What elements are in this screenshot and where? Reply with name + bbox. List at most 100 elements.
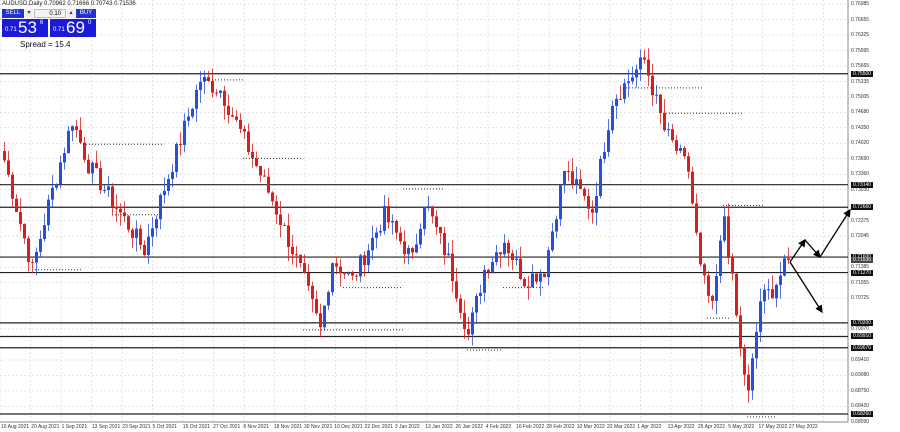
candle-body [595,196,598,213]
y-tick-label: 0.70070 [851,325,870,332]
candle-body [775,284,778,299]
x-tick-label: 22 Mar 2022 [607,424,636,430]
candle-body [615,98,618,106]
x-tick-label: 30 Nov 2021 [304,424,333,430]
level-price-label: 0.75500 [851,70,874,77]
spread-label: Spread = 15.4 [20,40,71,49]
candle-body [715,275,718,301]
candle-body [447,253,450,256]
candle-body [495,252,498,263]
candle-body [439,227,442,234]
candle-body [219,90,222,93]
candle-body [459,298,462,313]
y-tick-label: 0.72045 [851,233,870,240]
candle-body [719,240,722,276]
candle-body [155,219,158,229]
candle-body [143,244,146,256]
candle-body [139,228,142,245]
candle-body [399,232,402,242]
candle-body [95,162,98,169]
candle-body [783,258,786,276]
sell-price[interactable]: 0.71 53 6 [2,18,48,37]
candle-body [623,83,626,99]
candle-body [327,292,330,306]
candle-body [647,59,650,76]
buy-price[interactable]: 0.71 69 0 [50,18,96,37]
forecast-arrow-icon [804,239,821,258]
candle-body [643,57,646,60]
candle-body [503,242,506,255]
candle-body [179,144,182,146]
candle-body [59,162,62,185]
candle-body [275,201,278,215]
candle-body [383,206,386,232]
candle-body [111,186,114,207]
candle-body [655,94,658,96]
candle-body [211,80,214,93]
x-tick-label: 10 Mar 2022 [576,424,605,430]
candle-body [739,315,742,348]
y-tick-label: 0.70725 [851,295,870,302]
lot-increase-button[interactable]: ▴ [67,9,75,18]
candle-body [87,159,90,174]
candle-body [131,229,134,238]
candle-body [547,250,550,278]
candle-body [167,178,170,191]
level-price-label: 0.70200 [851,319,874,326]
x-tick-label: 13 Jan 2022 [425,424,453,430]
candle-body [663,113,666,131]
candle-body [611,105,614,131]
candle-body [519,258,522,279]
candle-body [463,312,466,330]
candle-body [667,129,670,131]
x-tick-label: 28 Feb 2022 [546,424,575,430]
candle-body [755,331,758,359]
candle-body [487,269,490,273]
candle-body [707,275,710,296]
candle-body [539,273,542,282]
candle-body [283,225,286,227]
candle-body [67,130,70,154]
candle-body [387,206,390,223]
candle-body [639,57,642,70]
candle-body [619,98,622,100]
sell-button[interactable]: SELL [2,9,24,18]
candle-body [319,313,322,328]
lot-decrease-button[interactable]: ▾ [25,9,33,18]
candle-body [355,275,358,277]
candle-body [543,273,546,278]
y-tick-label: 0.69410 [851,356,870,363]
candle-body [699,232,702,265]
candle-body [263,175,266,177]
candle-body [731,256,734,274]
sell-price-fraction: 6 [40,20,44,26]
y-tick-label: 0.74020 [851,140,870,147]
y-tick-label: 0.68750 [851,387,870,394]
one-click-trading-panel: SELL ▾ 0.10 ▴ BUY 0.71 53 6 0.71 69 0 [2,9,96,39]
price-chart[interactable] [0,0,900,432]
x-tick-label: 22 Dec 2021 [364,424,393,430]
candle-body [323,305,326,328]
lot-size-input[interactable]: 0.10 [34,9,66,18]
x-tick-label: 10 Aug 2021 [1,424,30,430]
candle-body [523,278,526,287]
candle-body [563,171,566,186]
candle-body [215,92,218,94]
sell-price-pips: 53 [18,18,37,37]
candle-body [443,233,446,256]
candle-body [379,231,382,233]
current-price-label: 0.71536 [851,257,874,264]
y-tick-label: 0.74350 [851,124,870,131]
candle-body [199,81,202,90]
candle-body [231,115,234,117]
candle-body [419,229,422,245]
candle-body [491,262,494,273]
candle-body [779,275,782,285]
candle-body [127,216,130,230]
candle-body [175,144,178,173]
candle-body [407,247,410,255]
candle-body [295,254,298,256]
level-price-label: 0.69670 [851,344,874,351]
candle-body [511,253,514,260]
buy-button[interactable]: BUY [76,9,96,18]
